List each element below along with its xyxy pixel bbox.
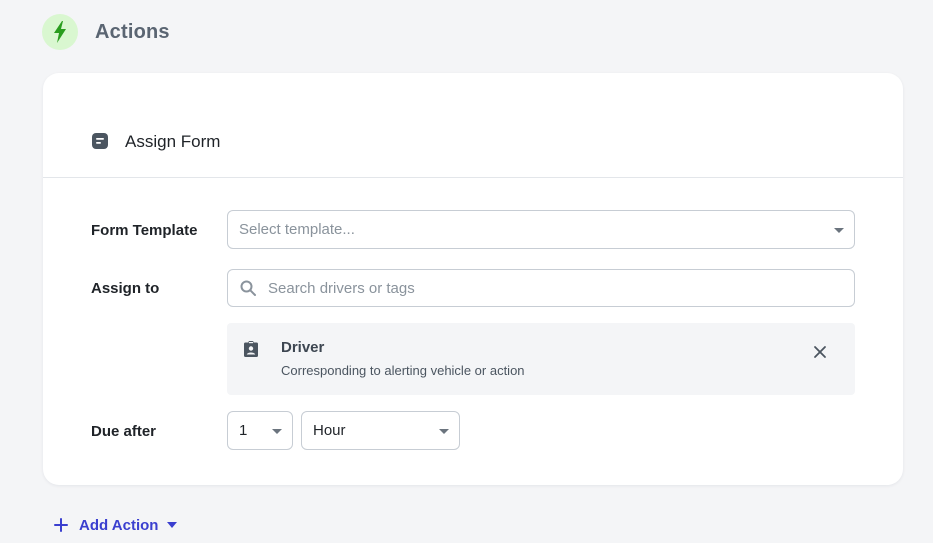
add-action-label: Add Action [79, 516, 159, 534]
form-template-label: Form Template [91, 222, 198, 239]
form-template-select[interactable]: Select template... [227, 210, 855, 249]
assign-to-label: Assign to [91, 280, 160, 297]
search-icon [240, 280, 256, 301]
section-title: Actions [95, 20, 170, 43]
chevron-down-icon [272, 428, 282, 434]
chevron-down-icon [834, 227, 844, 233]
due-amount-select[interactable]: 1 [227, 411, 293, 450]
id-badge-icon [244, 341, 258, 362]
actions-header: Actions [42, 13, 170, 51]
search-input[interactable] [266, 270, 826, 306]
form-template-placeholder: Select template... [239, 221, 355, 238]
bolt-icon [42, 14, 78, 50]
due-unit-select[interactable]: Hour [301, 411, 460, 450]
assign-form-card: Assign Form Form Template Select templat… [43, 73, 903, 485]
close-icon[interactable] [811, 343, 829, 361]
plus-icon [54, 518, 68, 532]
due-unit-value: Hour [313, 422, 346, 439]
card-title: Assign Form [125, 132, 221, 151]
caret-down-icon [167, 522, 178, 528]
add-action-button[interactable]: Add Action [54, 514, 178, 536]
assign-to-search[interactable] [227, 269, 855, 307]
assignee-name: Driver [281, 339, 325, 356]
due-amount-value: 1 [239, 422, 248, 439]
form-icon [92, 133, 108, 154]
assignee-description: Corresponding to alerting vehicle or act… [281, 363, 525, 378]
card-header: Assign Form [43, 73, 903, 178]
due-after-label: Due after [91, 423, 157, 440]
assignee-card: Driver Corresponding to alerting vehicle… [227, 323, 855, 395]
chevron-down-icon [439, 428, 449, 434]
